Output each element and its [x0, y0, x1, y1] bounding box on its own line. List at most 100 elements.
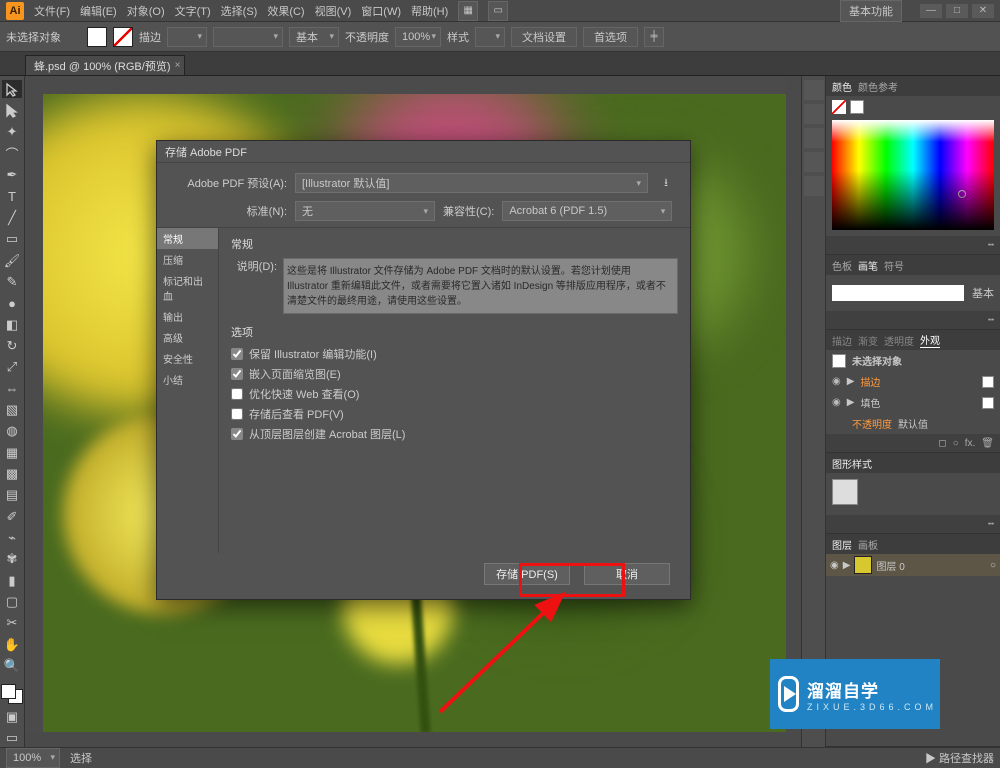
horizontal-scrollbar[interactable]	[25, 732, 786, 747]
collapsed-panel-icon[interactable]	[804, 128, 824, 148]
tab-gradient[interactable]: 渐变	[858, 333, 878, 348]
tab-graphic-styles[interactable]: 图形样式	[832, 456, 872, 471]
trash-icon[interactable]: 🗑	[981, 438, 994, 449]
triangle-icon[interactable]: ▶	[847, 376, 855, 387]
cat-compression[interactable]: 压缩	[157, 249, 218, 270]
menu-effect[interactable]: 效果(C)	[267, 3, 304, 19]
opt-preserve-editing[interactable]: 保留 Illustrator 编辑功能(I)	[231, 344, 678, 364]
magic-wand-tool-icon[interactable]: ✦	[2, 123, 22, 141]
window-min-icon[interactable]: —	[920, 4, 942, 18]
add-fill-icon[interactable]: ◻	[938, 438, 946, 449]
zoom-dropdown[interactable]: 100%	[6, 748, 60, 768]
doc-icon[interactable]: ▭	[488, 1, 508, 21]
stroke-swatch[interactable]	[113, 27, 133, 47]
appearance-row-stroke[interactable]: 描边	[860, 374, 880, 389]
color-mode-icon[interactable]: ▣	[2, 707, 22, 725]
rectangle-tool-icon[interactable]: ▭	[2, 230, 22, 248]
graphic-style-thumb[interactable]	[832, 479, 858, 505]
direct-select-tool-icon[interactable]	[2, 101, 22, 119]
collapsed-panel-icon[interactable]	[804, 80, 824, 100]
triangle-icon[interactable]: ▶	[847, 397, 855, 408]
opt-view-after-save-checkbox[interactable]	[231, 408, 243, 420]
add-stroke-icon[interactable]: ○	[953, 438, 959, 449]
selection-tool-icon[interactable]	[2, 80, 22, 98]
pen-tool-icon[interactable]: ✒	[2, 166, 22, 184]
scale-tool-icon[interactable]: ⤢	[2, 358, 22, 376]
triangle-icon[interactable]: ▶	[843, 560, 851, 571]
tab-stroke[interactable]: 描边	[832, 333, 852, 348]
panel-menu-icon[interactable]: ╍	[988, 315, 994, 326]
graph-tool-icon[interactable]: ▮	[2, 572, 22, 590]
fx-icon[interactable]: fx.	[965, 438, 976, 449]
lasso-tool-icon[interactable]: ⌒	[2, 144, 22, 163]
cat-security[interactable]: 安全性	[157, 348, 218, 369]
compat-dropdown[interactable]: Acrobat 6 (PDF 1.5)	[502, 201, 672, 221]
symbol-spray-tool-icon[interactable]: ✾	[2, 550, 22, 568]
preferences-button[interactable]: 首选项	[583, 27, 638, 47]
opt-fast-web-view[interactable]: 优化快速 Web 查看(O)	[231, 384, 678, 404]
tab-layers[interactable]: 图层	[832, 537, 852, 552]
panel-menu-icon[interactable]: ╍	[988, 240, 994, 251]
cat-summary[interactable]: 小结	[157, 369, 218, 390]
collapsed-panel-icon[interactable]	[804, 152, 824, 172]
opt-fast-web-view-checkbox[interactable]	[231, 388, 243, 400]
eraser-tool-icon[interactable]: ◧	[2, 315, 22, 333]
graphic-style-dropdown[interactable]	[475, 27, 505, 47]
cancel-button[interactable]: 取消	[584, 563, 670, 585]
eyedropper-tool-icon[interactable]: ✐	[2, 508, 22, 526]
status-nav[interactable]: ▶ 路径查找器	[925, 750, 994, 766]
visibility-icon[interactable]: ◉	[830, 560, 839, 571]
menu-view[interactable]: 视图(V)	[315, 3, 352, 19]
paintbrush-tool-icon[interactable]: 🖌	[2, 251, 22, 269]
fill-swatch-none[interactable]	[832, 100, 846, 114]
save-preset-icon[interactable]: ⭳	[656, 173, 676, 193]
collapsed-panel-icon[interactable]	[804, 104, 824, 124]
tab-artboards[interactable]: 画板	[858, 537, 878, 552]
preset-dropdown[interactable]: [Illustrator 默认值]	[295, 173, 648, 193]
width-tool-icon[interactable]: ⇔	[2, 379, 22, 397]
cat-marks[interactable]: 标记和出血	[157, 270, 218, 306]
menu-file[interactable]: 文件(F)	[34, 3, 70, 19]
fill-swatch[interactable]	[87, 27, 107, 47]
opt-preserve-editing-checkbox[interactable]	[231, 348, 243, 360]
tab-swatches[interactable]: 色板	[832, 258, 852, 273]
gradient-tool-icon[interactable]: ▤	[2, 486, 22, 504]
opacity-dropdown[interactable]: 100%	[395, 27, 441, 47]
vertical-scrollbar[interactable]	[786, 76, 801, 747]
zoom-tool-icon[interactable]: 🔍	[2, 657, 22, 675]
visibility-icon[interactable]: ◉	[832, 376, 841, 387]
opt-embed-thumbnails-checkbox[interactable]	[231, 368, 243, 380]
opt-view-after-save[interactable]: 存储后查看 PDF(V)	[231, 404, 678, 424]
tab-appearance[interactable]: 外观	[920, 332, 940, 348]
tab-brushes[interactable]: 画笔	[858, 258, 878, 273]
menu-select[interactable]: 选择(S)	[221, 3, 258, 19]
slice-tool-icon[interactable]: ✂	[2, 614, 22, 632]
stroke-swatch-white[interactable]	[850, 100, 864, 114]
screen-mode-icon[interactable]: ▭	[2, 729, 22, 747]
align-icon[interactable]: ╪	[644, 27, 664, 47]
tab-symbols[interactable]: 符号	[884, 258, 904, 273]
save-pdf-button[interactable]: 存储 PDF(S)	[484, 563, 570, 585]
shape-builder-tool-icon[interactable]: ◍	[2, 422, 22, 440]
layer-row[interactable]: ◉ ▶ 图层 0 ○	[826, 554, 1000, 576]
desc-textarea[interactable]: 这些是将 Illustrator 文件存储为 Adobe PDF 文档时的默认设…	[283, 258, 678, 314]
color-spectrum[interactable]	[832, 120, 994, 230]
window-close-icon[interactable]: ✕	[972, 4, 994, 18]
profile-dropdown[interactable]: 基本	[289, 27, 339, 47]
tab-transparency[interactable]: 透明度	[884, 333, 914, 348]
fill-stroke-swatches[interactable]	[1, 684, 23, 704]
stroke-chip[interactable]	[982, 376, 994, 388]
visibility-icon[interactable]: ◉	[832, 397, 841, 408]
document-setup-button[interactable]: 文档设置	[511, 27, 577, 47]
stroke-weight-dropdown[interactable]	[167, 27, 207, 47]
line-tool-icon[interactable]: ╱	[2, 209, 22, 227]
collapsed-panel-icon[interactable]	[804, 176, 824, 196]
menu-object[interactable]: 对象(O)	[127, 3, 165, 19]
brush-dropdown[interactable]	[213, 27, 283, 47]
window-max-icon[interactable]: □	[946, 4, 968, 18]
pencil-tool-icon[interactable]: ✎	[2, 273, 22, 291]
menu-window[interactable]: 窗口(W)	[361, 3, 401, 19]
layer-name[interactable]: 图层 0	[876, 558, 904, 573]
opt-acrobat-layers-checkbox[interactable]	[231, 428, 243, 440]
opt-acrobat-layers[interactable]: 从顶层图层创建 Acrobat 图层(L)	[231, 424, 678, 444]
